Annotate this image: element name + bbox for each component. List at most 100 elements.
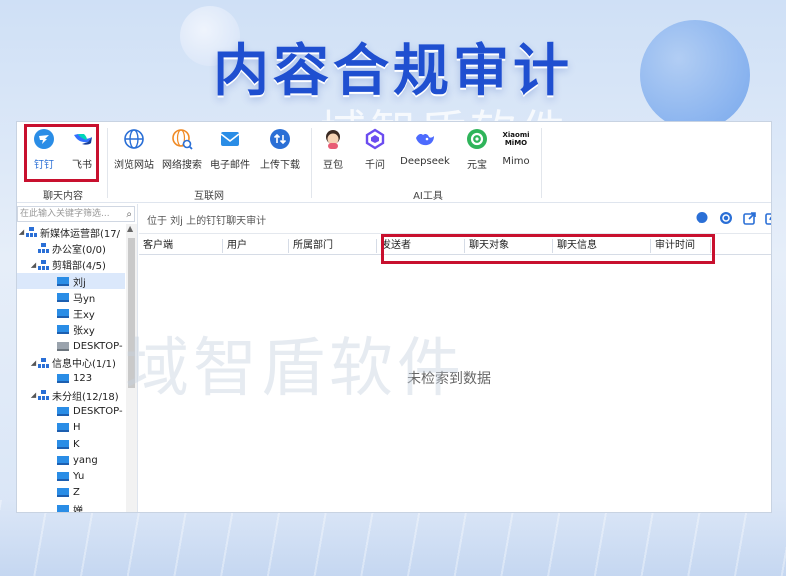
computer-icon	[57, 276, 69, 286]
tree-scrollbar[interactable]: ▲	[126, 224, 137, 512]
refresh-icon[interactable]	[719, 211, 733, 225]
computer-icon	[57, 472, 69, 482]
computer-icon	[57, 406, 69, 416]
ribbon-item-browse-sites[interactable]: 浏览网站	[111, 128, 157, 174]
tree-device-row[interactable]: DESKTOP-	[17, 338, 125, 354]
computer-icon	[57, 292, 69, 302]
expand-toggle-icon[interactable]: ◢	[29, 391, 38, 399]
tree-node-label: 刘j	[73, 277, 86, 289]
sidebar-tree-panel: 在此输入关键字筛选... ⌕ ◢ 新媒体运营部(17/办公室(0/0) ◢ 剪辑部(4…	[17, 204, 138, 513]
group-label-chat: 聊天内容	[43, 191, 83, 202]
share-icon[interactable]	[765, 211, 772, 225]
ribbon-item-mimo[interactable]: Xiaomi MiMO Mimo	[493, 128, 539, 174]
org-group-icon	[38, 259, 49, 270]
ribbon-toolbar: 钉钉 飞书 聊天内容 浏览网站 网络搜索 电子邮件 上传下载 互联网 豆包 千问…	[17, 122, 771, 203]
empty-state-text: 未检索到数据	[407, 371, 491, 387]
tree-device-row[interactable]: 张xy	[17, 322, 125, 338]
tree-node-label: 办公室(0/0)	[52, 244, 106, 256]
group-label-internet: 互联网	[194, 191, 224, 202]
ribbon-label-mimo: Mimo	[502, 156, 530, 167]
org-group-icon	[38, 390, 49, 401]
ribbon-item-doubao[interactable]: 豆包	[310, 128, 356, 174]
tree-device-row[interactable]: 马yn	[17, 289, 125, 305]
tree-node-label: 婵	[73, 505, 83, 513]
yuanbao-icon	[467, 129, 487, 149]
tree-node-label: 信息中心(1/1)	[52, 359, 116, 371]
tree-device-row[interactable]: 123	[17, 371, 125, 387]
tree-node-label: H	[73, 422, 81, 434]
expand-toggle-icon[interactable]: ◢	[29, 359, 38, 367]
ribbon-label-doubao: 豆包	[323, 160, 343, 171]
column-header-client[interactable]: 客户端	[139, 239, 223, 253]
ribbon-separator	[541, 128, 542, 198]
main-panel: 位于 刘j 上的钉钉聊天审计 客户端 用户 所属部门 发送者 聊天对象 聊天信息	[139, 204, 772, 512]
tree-device-row[interactable]: 刘j	[17, 272, 125, 290]
app-window: 钉钉 飞书 聊天内容 浏览网站 网络搜索 电子邮件 上传下载 互联网 豆包 千问…	[16, 121, 772, 513]
tree-search-input[interactable]: 在此输入关键字筛选... ⌕	[17, 206, 135, 222]
tree-device-row[interactable]: K	[17, 436, 125, 452]
banner-title: 内容合规审计	[213, 39, 573, 104]
tree-group-row[interactable]: ◢ 信息中心(1/1)	[17, 354, 125, 370]
expand-toggle-icon[interactable]: ◢	[29, 261, 38, 269]
computer-icon	[57, 423, 69, 433]
column-header-user[interactable]: 用户	[223, 239, 289, 253]
ribbon-item-email[interactable]: 电子邮件	[207, 128, 253, 174]
xiaomi-mimo-icon: Xiaomi MiMO	[502, 131, 530, 147]
info-bar: 位于 刘j 上的钉钉聊天审计	[139, 204, 772, 234]
qianwen-icon	[365, 128, 385, 150]
tree-device-row[interactable]: yang	[17, 452, 125, 468]
ribbon-item-qianwen[interactable]: 千问	[352, 128, 398, 174]
computer-icon	[57, 325, 69, 335]
tree-device-row[interactable]: H	[17, 420, 125, 436]
tree-device-row[interactable]: Z	[17, 485, 125, 501]
tree-device-row[interactable]: DESKTOP-	[17, 403, 125, 419]
audit-context-text: 位于 刘j 上的钉钉聊天审计	[147, 216, 267, 227]
group-label-ai-tools: AI工具	[413, 191, 443, 202]
ribbon-item-deepseek[interactable]: Deepseek	[399, 128, 451, 174]
tree-group-row[interactable]: ◢ 新媒体运营部(17/	[17, 224, 125, 240]
tree-node-label: 张xy	[73, 326, 95, 338]
export-icon[interactable]	[743, 211, 757, 225]
tree-device-row[interactable]: Yu	[17, 468, 125, 484]
tree-node-label: Z	[73, 487, 80, 499]
tree-node-label: yang	[73, 454, 98, 466]
tree-group-row[interactable]: 办公室(0/0)	[17, 240, 125, 256]
tree-device-row[interactable]: 婵	[17, 501, 125, 513]
computer-icon	[57, 455, 69, 465]
tree-node-label: Yu	[73, 471, 85, 483]
mail-icon	[220, 132, 240, 146]
scroll-up-icon[interactable]: ▲	[127, 224, 133, 233]
tree-node-label: DESKTOP-	[73, 405, 123, 417]
chat-icon[interactable]	[695, 211, 709, 225]
computer-icon	[57, 488, 69, 498]
tree-node-label: 123	[73, 373, 93, 385]
search-icon[interactable]: ⌕	[126, 208, 132, 221]
tree-node-label: 新媒体运营部(17/	[40, 228, 120, 240]
device-tree: ◢ 新媒体运营部(17/办公室(0/0) ◢ 剪辑部(4/5) 刘j 马yn 王xy 张xy D…	[17, 224, 125, 513]
ribbon-separator	[107, 128, 108, 198]
doubao-icon	[326, 130, 340, 149]
computer-icon	[57, 439, 69, 449]
ribbon-item-upload-download[interactable]: 上传下载	[257, 128, 303, 174]
web-search-icon	[172, 129, 193, 150]
ribbon-label-upload-download: 上传下载	[260, 160, 300, 171]
ribbon-label-browse-sites: 浏览网站	[114, 160, 154, 171]
scrollbar-thumb[interactable]	[128, 238, 135, 388]
tree-node-label: 王xy	[73, 310, 95, 322]
ribbon-label-web-search: 网络搜索	[162, 160, 202, 171]
org-group-icon	[38, 243, 49, 254]
tree-node-label: 马yn	[73, 293, 96, 305]
tree-group-row[interactable]: ◢ 剪辑部(4/5)	[17, 257, 125, 273]
tree-group-row[interactable]: ◢ 未分组(12/18)	[17, 387, 125, 403]
expand-toggle-icon[interactable]: ◢	[17, 228, 26, 236]
ribbon-item-web-search[interactable]: 网络搜索	[159, 128, 205, 174]
computer-icon	[57, 309, 69, 319]
org-group-icon	[38, 357, 49, 368]
globe-icon	[124, 129, 144, 149]
tree-search-placeholder: 在此输入关键字筛选...	[20, 209, 110, 219]
tree-node-label: 剪辑部(4/5)	[52, 261, 106, 273]
tree-node-label: 未分组(12/18)	[52, 391, 119, 403]
org-group-icon	[26, 227, 37, 238]
column-header-department[interactable]: 所属部门	[289, 239, 377, 253]
tree-device-row[interactable]: 王xy	[17, 305, 125, 321]
